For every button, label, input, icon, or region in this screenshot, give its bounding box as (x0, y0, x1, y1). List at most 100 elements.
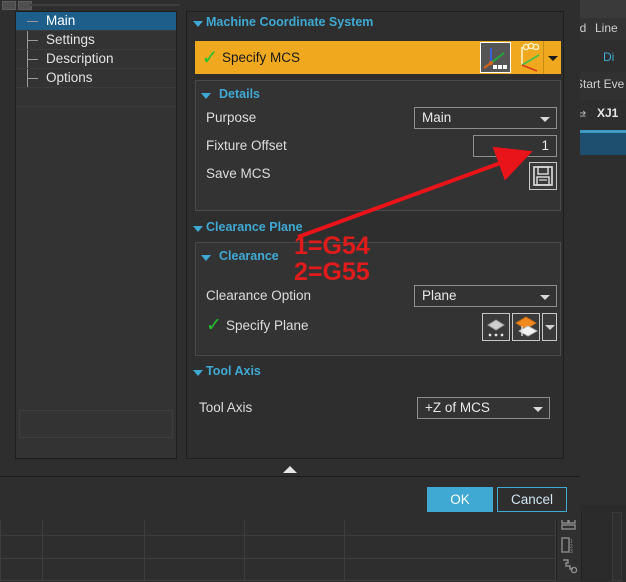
plane-diamond-icon[interactable] (482, 313, 510, 341)
sidebar-item-label: Description (46, 51, 114, 66)
csys-axes-icon[interactable] (480, 42, 511, 73)
tree-guide-branch (27, 59, 38, 60)
specify-plane-row[interactable]: ✓ Specify Plane (206, 316, 309, 335)
fixture-offset-label: Fixture Offset (206, 138, 287, 153)
panel-clearance: Clearance Clearance Option Plane ✓ Speci… (195, 242, 561, 356)
table-column (345, 512, 556, 581)
annotation-line-1: 1=G54 (294, 232, 370, 260)
dialog-title-strip (0, 0, 580, 11)
tree-empty-row (16, 107, 176, 126)
start-event-label: Start Eve (575, 77, 625, 91)
wrench-icon[interactable] (560, 557, 578, 575)
group-title-label: Machine Coordinate System (206, 15, 374, 29)
group-clearance-plane: Clearance Plane Clearance Clearance Opti… (189, 220, 561, 360)
chevron-down-icon[interactable] (201, 93, 211, 99)
tool-axis-label: Tool Axis (199, 400, 253, 415)
tab-selected-indicator (575, 133, 626, 155)
chevron-down-icon (544, 325, 555, 330)
mcs-dialog: Main Settings Description Options Machin… (0, 0, 580, 520)
dialog-divider (0, 476, 580, 477)
group-tool-axis: Tool Axis Tool Axis +Z of MCS (189, 364, 561, 426)
subgroup-title-label: Clearance (219, 249, 279, 263)
vertical-icon-toolbar[interactable]: 123 (556, 512, 582, 581)
dialog-content-panel: Machine Coordinate System ✓ Specify MCS (186, 11, 564, 459)
dialog-navigation-tree[interactable]: Main Settings Description Options (15, 11, 177, 459)
fixture-offset-value: 1 (541, 138, 549, 153)
background-dimension-row[interactable]: Di (575, 40, 626, 73)
sidebar-item-settings[interactable]: Settings (16, 31, 176, 50)
title-separator (30, 4, 180, 6)
group-title-label: Tool Axis (206, 364, 261, 378)
save-mcs-label: Save MCS (206, 166, 271, 181)
chevron-down-icon[interactable] (193, 21, 203, 27)
table-row (0, 535, 560, 536)
table-column (145, 512, 245, 581)
tab-label: XJ1 (597, 106, 619, 120)
svg-text:3: 3 (570, 549, 573, 554)
mcs-options-dropdown[interactable] (544, 41, 561, 74)
chevron-down-icon (540, 295, 550, 300)
cancel-button[interactable]: Cancel (497, 487, 567, 512)
csys-constructor-icon[interactable] (513, 41, 544, 74)
group-title[interactable]: Clearance Plane (189, 220, 303, 236)
group-machine-coordinate-system: Machine Coordinate System ✓ Specify MCS (189, 15, 561, 215)
chevron-up-icon[interactable] (283, 466, 297, 473)
table-column (245, 512, 345, 581)
tree-guide-branch (27, 78, 38, 79)
plane-stack-icon[interactable] (512, 313, 540, 341)
tree-empty-row (16, 88, 176, 107)
sidebar-item-main[interactable]: Main (16, 12, 176, 31)
tool-axis-value: +Z of MCS (425, 400, 490, 415)
check-icon: ✓ (201, 46, 219, 69)
purpose-select[interactable]: Main (414, 107, 557, 129)
dimension-label: Di (603, 50, 615, 64)
tree-guide-branch (27, 40, 38, 41)
purpose-value: Main (422, 110, 452, 125)
numbered-list-icon[interactable]: 123 (560, 536, 578, 555)
subgroup-title[interactable]: Details (201, 87, 260, 103)
chevron-down-icon (540, 117, 550, 122)
ok-button[interactable]: OK (427, 487, 493, 512)
purpose-label: Purpose (206, 110, 257, 125)
chevron-down-icon[interactable] (193, 370, 203, 376)
clearance-option-label: Clearance Option (206, 288, 312, 303)
background-viewport-strip (575, 0, 626, 18)
tree-guide-branch (27, 21, 38, 22)
specify-mcs-label: Specify MCS (222, 50, 301, 65)
sidebar-item-description[interactable]: Description (16, 50, 176, 69)
sidebar-item-label: Main (46, 13, 76, 28)
group-title-label: Clearance Plane (206, 220, 303, 234)
plane-options-dropdown[interactable] (542, 313, 557, 341)
table-row (0, 558, 560, 559)
subgroup-title[interactable]: Clearance (201, 249, 279, 265)
table-column (0, 512, 43, 581)
tool-axis-select[interactable]: +Z of MCS (417, 397, 550, 419)
table-scrollbar[interactable] (612, 512, 622, 581)
bottom-table[interactable] (0, 512, 560, 581)
annotation-line-2: 2=G55 (294, 258, 370, 286)
background-start-event-row[interactable]: Start Eve (575, 72, 626, 101)
tree-footer-box (19, 410, 173, 438)
sidebar-item-options[interactable]: Options (16, 69, 176, 88)
background-tab-row[interactable]: ⇄ XJ1 (575, 100, 626, 132)
sidebar-item-label: Options (46, 70, 93, 85)
table-column (43, 512, 145, 581)
clearance-option-select[interactable]: Plane (414, 285, 557, 307)
floppy-disk-icon[interactable] (529, 162, 557, 190)
specify-mcs-bar[interactable]: ✓ Specify MCS (195, 41, 561, 74)
chevron-down-icon[interactable] (193, 226, 203, 232)
chevron-down-icon (533, 407, 543, 412)
panel-details: Details Purpose Main Fixture Offset 1 Sa… (195, 80, 561, 211)
background-ribbon-row[interactable]: id Line (575, 18, 626, 40)
group-title[interactable]: Tool Axis (189, 364, 261, 380)
minimize-icon[interactable] (2, 1, 16, 10)
background-lower-panel (575, 155, 626, 505)
subgroup-title-label: Details (219, 87, 260, 101)
specify-plane-label: Specify Plane (226, 318, 309, 333)
chevron-down-icon[interactable] (201, 255, 211, 261)
fixture-offset-field[interactable]: 1 (473, 135, 557, 157)
sidebar-item-label: Settings (46, 32, 95, 47)
chevron-down-icon (547, 55, 558, 61)
group-title[interactable]: Machine Coordinate System (189, 15, 373, 31)
ribbon-label-line: Line (595, 21, 618, 35)
